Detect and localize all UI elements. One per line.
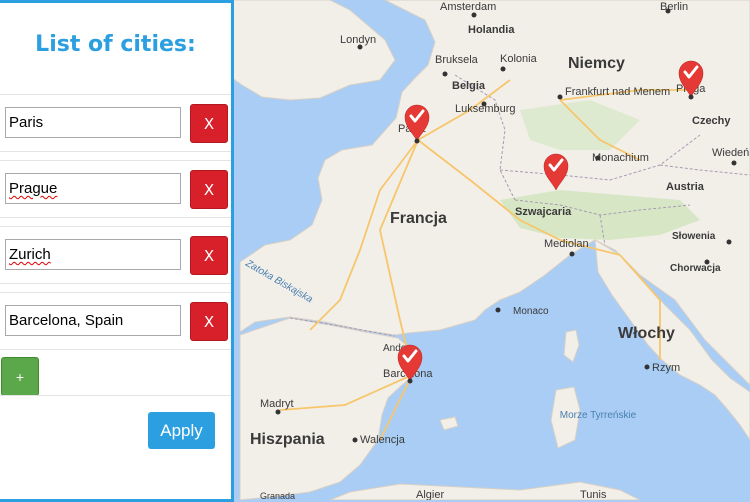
city-input-text: Barcelona, Spain <box>9 312 124 329</box>
city-input-text: Prague <box>9 180 58 197</box>
island-sardinia <box>550 386 581 449</box>
panel-title: List of cities: <box>35 32 196 57</box>
city-row: Barcelona, Spain X <box>0 292 231 350</box>
remove-city-button-1[interactable]: X <box>190 104 228 143</box>
divider <box>0 395 231 396</box>
city-input-4[interactable]: Barcelona, Spain <box>5 305 181 336</box>
apply-button[interactable]: Apply <box>148 412 215 449</box>
city-input-2[interactable]: Prague <box>5 173 181 204</box>
city-input-3[interactable]: Zurich <box>5 239 181 270</box>
city-input-text: Zurich <box>9 246 51 263</box>
city-row: Paris X <box>0 94 231 152</box>
remove-city-button-4[interactable]: X <box>190 302 228 341</box>
city-input-text: Paris <box>9 114 44 131</box>
city-input-1[interactable]: Paris <box>5 107 181 138</box>
cities-panel: List of cities: Paris X Prague X Zurich … <box>0 0 234 502</box>
city-row: Prague X <box>0 160 231 218</box>
city-row: Zurich X <box>0 226 231 284</box>
remove-city-button-3[interactable]: X <box>190 236 228 275</box>
add-city-button[interactable]: + <box>1 357 39 396</box>
remove-city-button-2[interactable]: X <box>190 170 228 209</box>
